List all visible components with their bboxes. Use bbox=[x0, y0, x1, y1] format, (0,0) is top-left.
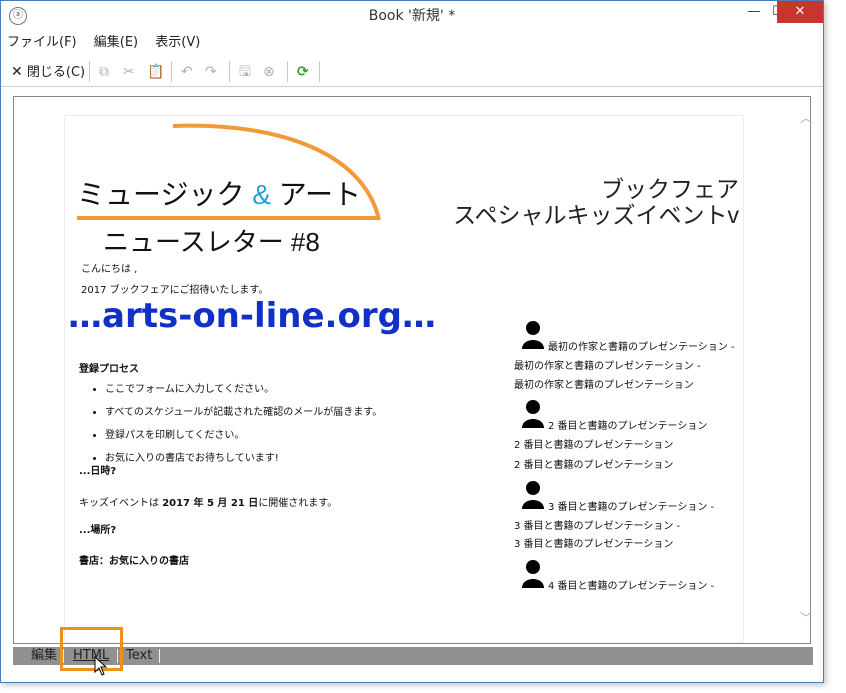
when-suffix: に開催されます。 bbox=[258, 498, 338, 509]
editor-window: ⓐ Book '新規' * — ☐ ✕ ファイル(F) 編集(E) 表示(V) … bbox=[0, 0, 824, 683]
event-3-line1: 3 番目と書籍のプレゼンテーション - bbox=[548, 502, 715, 513]
scroll-up-icon[interactable]: ︿ bbox=[800, 109, 812, 126]
toolbar-separator bbox=[287, 61, 288, 82]
title-bar: ⓐ Book '新規' * — ☐ ✕ bbox=[1, 1, 823, 31]
toolbar-separator bbox=[319, 61, 320, 82]
site-banner: …arts-on-line.org… bbox=[68, 296, 436, 336]
menu-bar: ファイル(F) 編集(E) 表示(V) bbox=[7, 33, 213, 53]
list-item: お気に入りの書店でお待ちしています! bbox=[105, 449, 465, 464]
close-x-icon: ✕ bbox=[11, 64, 23, 80]
header-title-part2: アート bbox=[270, 179, 362, 210]
cancel-icon[interactable]: ⊗ bbox=[263, 62, 275, 82]
registration-list: ここでフォームに入力してください。 すべてのスケジュールが記載された確認のメール… bbox=[65, 380, 465, 464]
refresh-icon[interactable]: ⟳ bbox=[297, 62, 309, 82]
mouse-cursor-icon bbox=[94, 656, 108, 676]
registration-list-wrapper: ここでフォームに入力してください。 すべてのスケジュールが記載された確認のメール… bbox=[65, 380, 465, 472]
undo-icon[interactable]: ↶ bbox=[181, 62, 193, 82]
list-item: すべてのスケジュールが記載された確認のメールが届きます。 bbox=[105, 403, 465, 418]
where-text: 書店：お気に入りの書店 bbox=[79, 556, 189, 567]
event-4-line1: 4 番目と書籍のプレゼンテーション - bbox=[548, 581, 715, 592]
event-1-line1: 最初の作家と書籍のプレゼンテーション - bbox=[548, 342, 735, 353]
event-3-line2: 3 番目と書籍のプレゼンテーション - bbox=[514, 521, 681, 532]
event-1-line3: 最初の作家と書籍のプレゼンテーション bbox=[514, 380, 694, 391]
event-3-line3: 3 番目と書籍のプレゼンテーション bbox=[514, 539, 674, 550]
close-button[interactable]: ✕ 閉じる(C) bbox=[11, 62, 85, 82]
toolbar-separator bbox=[171, 61, 172, 82]
save-icon[interactable]: 🖫 bbox=[239, 62, 251, 82]
toolbar: ✕ 閉じる(C) ⧉ ✂ 📋 ↶ ↷ 🖫 ⊗ ⟳ bbox=[1, 58, 823, 87]
tab-edit[interactable]: 編集 bbox=[31, 647, 57, 665]
toolbar-separator bbox=[229, 61, 230, 82]
close-button-label: 閉じる(C) bbox=[26, 65, 86, 80]
scroll-down-icon[interactable]: ﹀ bbox=[800, 609, 812, 626]
view-tab-bar: 編集 HTML Text bbox=[13, 647, 813, 665]
paste-icon[interactable]: 📋 bbox=[147, 62, 164, 82]
greeting-text: こんにちは , bbox=[81, 264, 138, 275]
header-ampersand: & bbox=[252, 179, 271, 210]
list-item: 登録パスを印刷してください。 bbox=[105, 426, 465, 441]
person-silhouette-icon bbox=[522, 321, 544, 349]
vertical-scrollbar[interactable]: ︿ ﹀ bbox=[800, 97, 812, 643]
redo-icon[interactable]: ↷ bbox=[205, 62, 217, 82]
copy-icon[interactable]: ⧉ bbox=[99, 62, 109, 82]
html-preview-frame: ミュージック & アート ニュースレター #8 ブックフェア スペシャルキッズイ… bbox=[13, 96, 812, 644]
registration-heading: 登録プロセス bbox=[79, 364, 139, 375]
person-silhouette-icon bbox=[522, 400, 544, 428]
event-date: 2017 年 5 月 21 日 bbox=[162, 498, 259, 509]
when-heading: ...日時? bbox=[79, 466, 117, 477]
cut-icon[interactable]: ✂ bbox=[123, 62, 135, 82]
header-title-part1: ミュージック bbox=[77, 179, 253, 210]
toolbar-separator bbox=[89, 61, 90, 82]
window-title: Book '新規' * bbox=[368, 8, 456, 24]
menu-view[interactable]: 表示(V) bbox=[155, 33, 200, 53]
tab-separator bbox=[159, 649, 160, 663]
event-2-line3: 2 番目と書籍のプレゼンテーション bbox=[514, 460, 674, 471]
menu-edit[interactable]: 編集(E) bbox=[94, 33, 138, 53]
highlight-annotation bbox=[60, 627, 123, 671]
list-item: ここでフォームに入力してください。 bbox=[105, 380, 465, 395]
tab-text[interactable]: Text bbox=[126, 647, 152, 665]
when-prefix: キッズイベントは bbox=[79, 498, 163, 509]
header-title-line1: ミュージック & アート bbox=[77, 173, 361, 213]
where-heading: ...場所? bbox=[79, 525, 117, 536]
event-2-line1: 2 番目と書籍のプレゼンテーション bbox=[548, 421, 708, 432]
window-close-button[interactable]: ✕ bbox=[777, 1, 823, 23]
event-1-line2: 最初の作家と書籍のプレゼンテーション - bbox=[514, 361, 701, 372]
person-silhouette-icon bbox=[522, 481, 544, 509]
newsletter-document: ミュージック & アート ニュースレター #8 ブックフェア スペシャルキッズイ… bbox=[64, 115, 744, 643]
header-title-line2: ニュースレター #8 bbox=[103, 227, 320, 257]
menu-file[interactable]: ファイル(F) bbox=[7, 33, 77, 53]
person-silhouette-icon bbox=[522, 560, 544, 588]
event-title-line2: スペシャルキッズイベントv bbox=[453, 202, 739, 228]
event-2-line2: 2 番目と書籍のプレゼンテーション bbox=[514, 440, 674, 451]
invite-text: 2017 ブックフェアにご招待いたします。 bbox=[81, 285, 269, 296]
when-text: キッズイベントは 2017 年 5 月 21 日に開催されます。 bbox=[79, 494, 337, 509]
